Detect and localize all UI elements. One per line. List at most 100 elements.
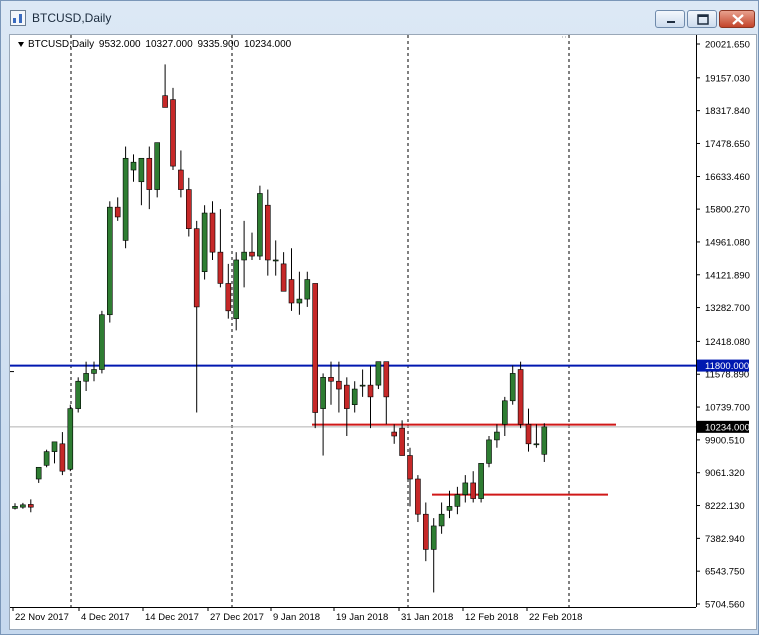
candle-bull (201, 212, 208, 273)
candle-bear (162, 95, 168, 108)
candle-bear (114, 206, 121, 218)
candle-bull (462, 482, 469, 495)
candle-bull (51, 441, 58, 452)
price-tick-label: 16633.460 (705, 172, 750, 183)
candle-bull (541, 426, 548, 455)
candle-bull (257, 193, 263, 257)
candle-bear (336, 380, 342, 390)
candle-bull (533, 443, 540, 446)
candle-bear (265, 204, 271, 261)
candle-bull (320, 377, 326, 409)
candle-bull (241, 251, 247, 261)
candle-bull (296, 298, 303, 304)
candle-bear (422, 513, 429, 550)
candle-bear (399, 427, 405, 456)
time-tick-label: 19 Jan 2018 (336, 612, 388, 623)
candle-bull (438, 513, 445, 527)
candle-bull (83, 373, 89, 382)
candle-bull (75, 380, 81, 409)
close-icon (732, 14, 744, 25)
close-button[interactable] (719, 10, 755, 28)
candlestick-chart[interactable]: 20021.650 19157.030 18317.840 17478.650 1663… (10, 35, 756, 629)
candle-bear (415, 478, 421, 515)
candle-bull (359, 384, 366, 387)
candle-bear (186, 189, 192, 229)
candle-bull (454, 494, 461, 507)
price-tick-label: 20021.650 (705, 40, 750, 51)
candle-bull (12, 506, 18, 509)
plot-background (10, 35, 696, 607)
dropdown-triangle-icon[interactable] (18, 41, 24, 47)
candle-bull (430, 525, 437, 550)
candle-bull (154, 142, 160, 190)
candle-bull (107, 206, 113, 316)
candle-bear (217, 251, 224, 284)
candle-bull (67, 408, 74, 470)
candle-bear (59, 443, 66, 472)
candle-bear (249, 251, 255, 257)
candle-bear (328, 377, 334, 382)
time-tick-label: 22 Nov 2017 (15, 612, 69, 623)
candle-bear (383, 361, 390, 398)
price-tick-label: 7382.940 (705, 534, 745, 545)
price-tick-label: 15800.270 (705, 205, 750, 216)
candle-bull (446, 506, 453, 511)
candle-bull (43, 451, 50, 466)
candle-bear (193, 228, 200, 308)
candle-bull (375, 361, 382, 386)
candle-bear (391, 431, 398, 437)
candle-bear (27, 504, 34, 508)
symbol-name: BTCUSD,Daily (28, 39, 95, 50)
maximize-button[interactable] (687, 10, 717, 28)
current-price-tag: 10234.000 (705, 422, 750, 433)
price-tick-label: 9900.510 (705, 435, 745, 446)
candle-bull (99, 314, 105, 370)
candle-bull (272, 259, 279, 262)
minimize-icon (667, 21, 675, 23)
candle-bear (178, 169, 184, 190)
price-tick-label: 10739.700 (705, 403, 750, 414)
candle-bear (343, 384, 350, 409)
price-tick-label: 8222.130 (705, 501, 745, 512)
price-tick-label: 18317.840 (705, 106, 750, 117)
candle-bear (146, 157, 153, 190)
candle-bear (407, 455, 413, 480)
candle-bull (478, 463, 484, 499)
price-tick-label: 6543.750 (705, 567, 745, 578)
price-tick-label: 14121.890 (705, 270, 750, 281)
chart-area[interactable]: 20021.650 19157.030 18317.840 17478.650 1663… (9, 34, 757, 630)
high-value: 10327.000 (145, 39, 193, 50)
symbol-ohlc-header: BTCUSD,Daily 9532.000 10327.000 9335.900… (18, 39, 293, 50)
candle-bull (122, 157, 129, 241)
candle-bull (304, 279, 311, 300)
time-tick-label: 31 Jan 2018 (401, 612, 453, 623)
candle-bear (170, 99, 176, 167)
candle-bear (288, 279, 295, 304)
resistance-price-tag: 11800.000 (705, 361, 749, 372)
chart-window-icon[interactable] (10, 10, 26, 26)
open-value: 9532.000 (98, 39, 141, 50)
price-tick-label: 12418.080 (705, 337, 750, 348)
title-bar[interactable]: BTCUSD,Daily (1, 1, 758, 34)
maximize-icon (697, 14, 709, 25)
price-tick-label: 13282.700 (705, 303, 750, 314)
time-tick-label: 27 Dec 2017 (210, 612, 264, 623)
candle-bear (312, 283, 319, 413)
time-tick-label: 12 Feb 2018 (465, 612, 518, 623)
time-tick-label: 22 Feb 2018 (529, 612, 582, 623)
candle-bull (486, 439, 492, 464)
candle-bear (470, 482, 477, 499)
candle-bull (351, 388, 358, 405)
chart-window: BTCUSD,Daily 20021.650 19157.030 18317.840… (0, 0, 759, 635)
candle-bull (138, 157, 145, 183)
candle-bear (280, 263, 287, 292)
time-tick-label: 4 Dec 2017 (81, 612, 130, 623)
window-title: BTCUSD,Daily (32, 11, 112, 25)
candle-bear (517, 369, 524, 425)
candle-bull (501, 400, 508, 425)
minimize-button[interactable] (655, 10, 685, 28)
candle-bear (209, 212, 216, 253)
candle-bear (525, 423, 532, 445)
time-tick-label: 9 Jan 2018 (273, 612, 320, 623)
candle-bull (20, 504, 26, 508)
